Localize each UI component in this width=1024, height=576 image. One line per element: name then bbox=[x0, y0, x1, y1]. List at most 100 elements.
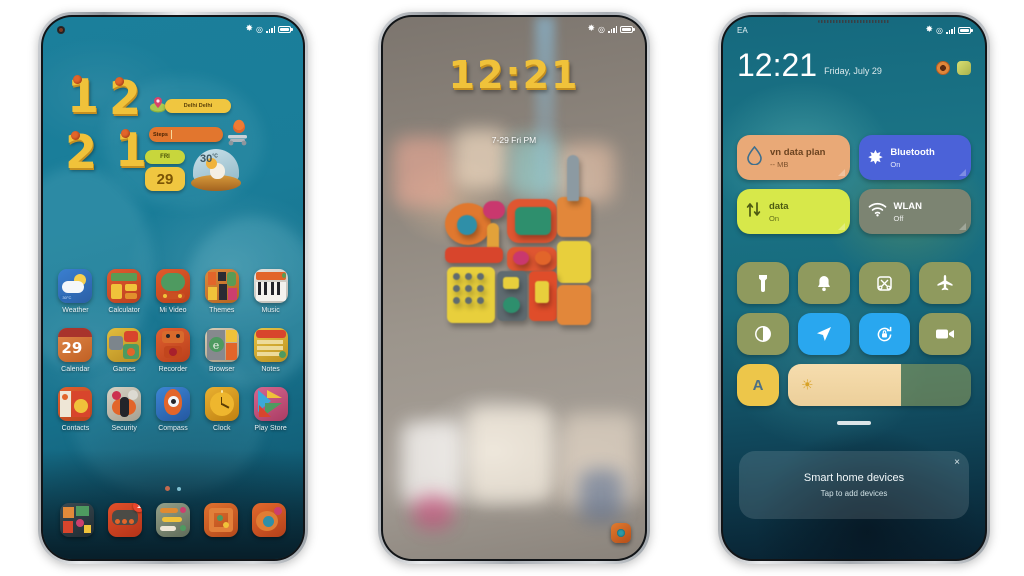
alarm-icon: ◎ bbox=[598, 24, 605, 34]
dock-gallery-icon[interactable] bbox=[60, 503, 94, 537]
signal-icon bbox=[608, 25, 617, 33]
user-profile-icon[interactable] bbox=[936, 60, 950, 75]
auto-brightness-label: A bbox=[752, 376, 764, 394]
control-center-time: 12:21 bbox=[737, 47, 818, 83]
tile-bluetooth[interactable]: ✸ Bluetooth On bbox=[858, 135, 971, 180]
app-recorder[interactable]: Recorder bbox=[151, 328, 195, 373]
header-shortcut-icons bbox=[936, 60, 971, 80]
tile-subtitle: On bbox=[890, 159, 901, 169]
phone1-screen[interactable]: ✸ ◎ 1 2 2 1 Delhi Delhi Steps FRI 29 30°… bbox=[43, 17, 303, 559]
app-compass[interactable]: Compass bbox=[151, 387, 195, 432]
play-store-icon bbox=[253, 387, 288, 421]
clock-digit-2: 2 bbox=[109, 71, 142, 125]
screen-recorder-icon[interactable] bbox=[919, 313, 971, 355]
dock-camera-icon[interactable] bbox=[252, 503, 286, 537]
location-label: Delhi Delhi bbox=[183, 103, 213, 109]
app-label: Calculator bbox=[108, 307, 140, 314]
calendar-icon: 29 bbox=[58, 328, 93, 362]
app-clock[interactable]: Clock bbox=[200, 387, 244, 432]
calculator-icon bbox=[107, 269, 142, 303]
app-notes[interactable]: Notes bbox=[249, 328, 293, 373]
tile-expand-corner[interactable] bbox=[959, 223, 966, 230]
screenshot-icon[interactable] bbox=[858, 262, 911, 304]
app-label: Browser bbox=[208, 366, 235, 373]
silent-bell-icon[interactable] bbox=[797, 262, 850, 304]
airplane-mode-icon[interactable] bbox=[919, 262, 971, 304]
location-widget[interactable]: Delhi Delhi bbox=[165, 99, 231, 113]
lock-date: 7-29 Fri PM bbox=[491, 135, 537, 145]
games-icon bbox=[107, 328, 142, 362]
lock-clock: 12:21 7-29 Fri PM bbox=[383, 53, 645, 145]
close-icon[interactable]: × bbox=[954, 458, 960, 468]
tile-title: vn data plan bbox=[770, 146, 826, 158]
app-label: Notes bbox=[261, 366, 280, 373]
app-games[interactable]: Games bbox=[102, 328, 146, 373]
app-security[interactable]: Security bbox=[102, 387, 146, 432]
dark-mode-icon[interactable] bbox=[737, 313, 789, 355]
auto-brightness-button[interactable]: A bbox=[737, 364, 779, 406]
app-label: Mi Video bbox=[159, 307, 187, 314]
app-music[interactable]: Music bbox=[249, 269, 293, 314]
phone3-screen[interactable]: EA ✸ ◎ 12:21 Friday, July 29 vn data pla… bbox=[723, 17, 985, 559]
weather-widget[interactable]: 30°C bbox=[191, 149, 241, 193]
battery-icon bbox=[958, 26, 973, 34]
tile-expand-corner[interactable] bbox=[837, 169, 845, 176]
tile-expand-corner[interactable] bbox=[959, 169, 966, 176]
data-drop-icon bbox=[746, 145, 763, 170]
phone3-bezel: EA ✸ ◎ 12:21 Friday, July 29 vn data pla… bbox=[721, 15, 987, 561]
tile-wlan[interactable]: WLAN Off bbox=[858, 189, 971, 234]
dock-phone-icon[interactable] bbox=[204, 503, 238, 537]
weather-unit: °C bbox=[212, 153, 218, 160]
location-icon[interactable] bbox=[797, 313, 850, 355]
dock-messages-icon[interactable]: 1 bbox=[108, 503, 142, 537]
calendar-day-widget[interactable]: 29 bbox=[145, 167, 185, 191]
control-center-date: Friday, July 29 bbox=[824, 65, 882, 76]
app-themes[interactable]: Themes bbox=[200, 269, 244, 314]
phone2-screen[interactable]: ✸ ◎ 12:21 7-29 Fri PM bbox=[383, 17, 645, 559]
page-dot bbox=[177, 486, 181, 491]
app-label: Calendar bbox=[61, 366, 90, 373]
control-center-header: EA ✸ ◎ 12:21 Friday, July 29 bbox=[723, 17, 985, 83]
app-label: Security bbox=[111, 425, 137, 432]
notes-icon bbox=[253, 328, 288, 362]
themes-icon bbox=[204, 269, 239, 303]
app-calculator[interactable]: Calculator bbox=[102, 269, 146, 314]
steps-widget[interactable]: Steps bbox=[149, 127, 223, 142]
dock: 1 bbox=[43, 503, 303, 537]
auto-rotate-icon[interactable] bbox=[858, 313, 911, 355]
calendar-weekday-widget[interactable]: FRI bbox=[145, 150, 185, 164]
bluetooth-icon: ✸ bbox=[925, 25, 934, 35]
app-contacts[interactable]: Contacts bbox=[53, 387, 97, 432]
steps-art-icon bbox=[225, 119, 251, 147]
tile-title: Bluetooth bbox=[890, 146, 935, 158]
app-label: Play Store bbox=[254, 425, 287, 432]
brightness-row: A ☀ bbox=[737, 364, 971, 406]
security-icon bbox=[107, 387, 142, 421]
tile-data-plan[interactable]: vn data plan -- MB bbox=[737, 135, 850, 180]
app-play-store[interactable]: Play Store bbox=[249, 387, 293, 432]
quick-settings-tiles: vn data plan -- MB ✸ Bluetooth On data O… bbox=[737, 135, 971, 234]
panel-grabber[interactable] bbox=[837, 421, 871, 425]
tile-subtitle: On bbox=[769, 213, 780, 223]
compass-icon bbox=[155, 387, 190, 421]
tile-mobile-data[interactable]: data On bbox=[737, 189, 850, 234]
page-indicator[interactable] bbox=[43, 486, 303, 491]
app-mi-video[interactable]: Mi Video bbox=[151, 269, 195, 314]
settings-edit-icon[interactable] bbox=[957, 60, 971, 75]
app-weather[interactable]: 30°C Weather bbox=[53, 269, 97, 314]
app-browser[interactable]: e Browser bbox=[200, 328, 244, 373]
app-calendar[interactable]: 29 Calendar bbox=[53, 328, 97, 373]
app-label: Recorder bbox=[158, 366, 188, 373]
signal-icon bbox=[946, 26, 955, 34]
tile-subtitle: -- MB bbox=[770, 159, 789, 169]
clay-art-scene bbox=[445, 155, 595, 387]
app-row: 30°C Weather Calculator Mi Video Themes … bbox=[43, 269, 303, 314]
tile-expand-corner[interactable] bbox=[837, 223, 845, 230]
alarm-icon: ◎ bbox=[936, 25, 943, 35]
brightness-slider[interactable]: ☀ bbox=[788, 364, 971, 406]
dock-files-icon[interactable] bbox=[156, 503, 190, 537]
phone2-bezel: ✸ ◎ 12:21 7-29 Fri PM bbox=[381, 15, 647, 561]
camera-shortcut-icon[interactable] bbox=[611, 523, 631, 543]
flashlight-icon[interactable] bbox=[737, 262, 789, 304]
smart-home-card[interactable]: × Smart home devices Tap to add devices bbox=[739, 451, 969, 519]
